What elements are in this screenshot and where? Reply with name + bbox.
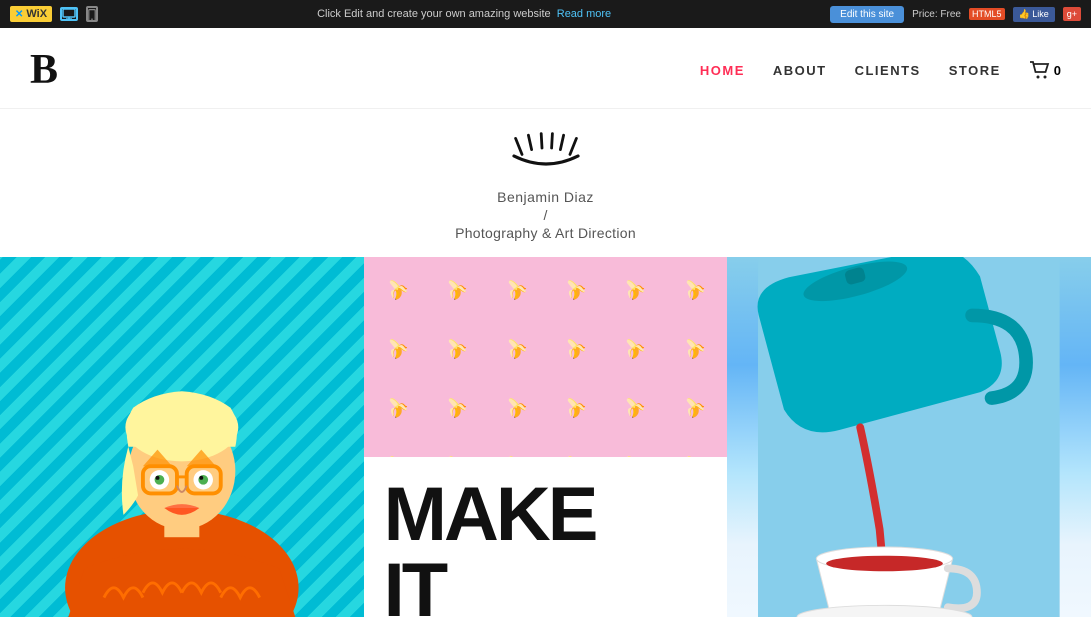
woman-portrait-svg (0, 257, 364, 617)
site-nav: HOME ABOUT CLIENTS STORE 0 (700, 61, 1061, 79)
google-plus-button[interactable]: g+ (1063, 7, 1081, 21)
make-it-overlay: MAKE IT (364, 457, 728, 617)
wix-bar-message: Click Edit and create your own amazing w… (317, 8, 611, 20)
nav-home[interactable]: HOME (700, 63, 745, 78)
it-text: IT (384, 553, 708, 617)
nav-clients[interactable]: CLIENTS (855, 63, 921, 78)
nav-about[interactable]: ABOUT (773, 63, 827, 78)
wix-bar-right: Edit this site Price: Free HTML5 👍 Like … (830, 6, 1081, 23)
nav-store[interactable]: STORE (949, 63, 1001, 78)
tea-pour-svg (727, 257, 1091, 617)
cart-button[interactable]: 0 (1029, 61, 1061, 79)
wix-bar-left: ✕ WiX (10, 6, 98, 22)
brand-eye-logo (506, 129, 586, 179)
gallery-item-tea[interactable] (727, 257, 1091, 617)
wix-toolbar: ✕ WiX Click Edit and create your own ama… (0, 0, 1091, 28)
hero-section: Benjamin Diaz / Photography & Art Direct… (0, 109, 1091, 257)
site-logo: B (30, 46, 56, 94)
read-more-link[interactable]: Read more (557, 8, 611, 20)
gallery-item-bananas[interactable]: 🍌 🍌 🍌 🍌 🍌 🍌 🍌 🍌 🍌 🍌 🍌 🍌 🍌 🍌 🍌 🍌 🍌 🍌 🍌 🍌 … (364, 257, 728, 617)
cart-count: 0 (1054, 63, 1061, 78)
mobile-view-icon[interactable] (86, 6, 98, 22)
banana-12: 🍌 (656, 310, 728, 387)
hero-subtitle: Photography & Art Direction (455, 225, 636, 241)
edit-site-button[interactable]: Edit this site (830, 6, 904, 23)
gallery-item-portrait[interactable] (0, 257, 364, 617)
html5-badge: HTML5 (969, 8, 1005, 20)
make-text: MAKE (384, 477, 708, 553)
site-header: B HOME ABOUT CLIENTS STORE 0 (0, 28, 1091, 109)
facebook-like-button[interactable]: 👍 Like (1013, 7, 1055, 22)
desktop-view-icon[interactable] (60, 7, 78, 21)
hero-name: Benjamin Diaz (497, 189, 594, 205)
gallery-grid: 🍌 🍌 🍌 🍌 🍌 🍌 🍌 🍌 🍌 🍌 🍌 🍌 🍌 🍌 🍌 🍌 🍌 🍌 🍌 🍌 … (0, 257, 1091, 617)
hero-slash: / (544, 207, 548, 223)
wix-logo[interactable]: ✕ WiX (10, 6, 52, 22)
price-label: Price: Free (912, 9, 961, 20)
